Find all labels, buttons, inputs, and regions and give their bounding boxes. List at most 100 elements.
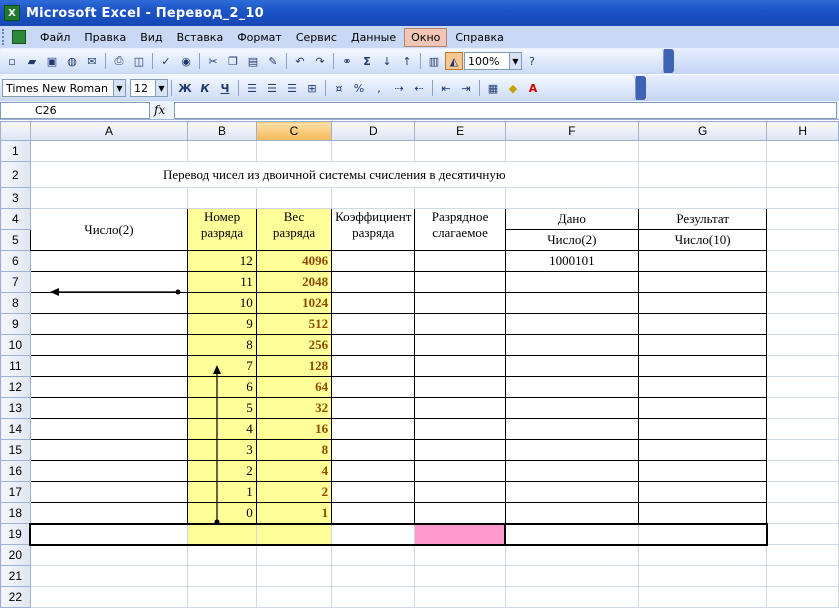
cell[interactable] bbox=[187, 586, 257, 608]
digit-coefficient-cell[interactable] bbox=[331, 250, 416, 272]
cell[interactable] bbox=[187, 187, 257, 209]
digit-coefficient-cell[interactable] bbox=[331, 418, 416, 440]
cell[interactable] bbox=[414, 140, 506, 162]
permission-icon[interactable]: ◍ bbox=[63, 52, 81, 70]
cell[interactable] bbox=[766, 460, 839, 482]
increase-indent-icon[interactable]: ⇥ bbox=[457, 79, 475, 97]
insert-function-icon[interactable]: fx bbox=[154, 103, 174, 117]
cell[interactable] bbox=[187, 565, 257, 587]
cell[interactable] bbox=[766, 334, 839, 356]
align-right-icon[interactable]: ☰ bbox=[283, 79, 301, 97]
zoom-select[interactable]: 100% ▼ bbox=[464, 52, 522, 70]
cell[interactable] bbox=[766, 187, 839, 209]
cell[interactable] bbox=[29, 565, 189, 587]
cell[interactable] bbox=[255, 140, 333, 162]
cell[interactable] bbox=[637, 187, 768, 209]
digit-term-cell[interactable] bbox=[414, 460, 506, 482]
row-header[interactable]: 3 bbox=[0, 187, 31, 209]
cell[interactable] bbox=[504, 334, 639, 356]
cell[interactable] bbox=[766, 586, 839, 608]
digit-weight-cell[interactable]: 4096 bbox=[255, 250, 333, 272]
cell[interactable] bbox=[637, 397, 768, 419]
save-icon[interactable]: ▣ bbox=[43, 52, 61, 70]
digit-weight-cell[interactable]: 4 bbox=[255, 460, 333, 482]
cell[interactable] bbox=[504, 439, 639, 461]
row-header[interactable]: 5 bbox=[0, 229, 31, 251]
column-header-d[interactable]: D bbox=[331, 121, 416, 141]
digit-position-cell[interactable]: 4 bbox=[187, 418, 257, 440]
merge-center-icon[interactable]: ⊞ bbox=[303, 79, 321, 97]
binary-digit-cell[interactable] bbox=[29, 271, 189, 293]
workbook-icon[interactable] bbox=[12, 30, 26, 44]
cell[interactable] bbox=[637, 334, 768, 356]
digit-weight-cell[interactable]: 16 bbox=[255, 418, 333, 440]
autosum-icon[interactable]: Σ bbox=[358, 52, 376, 70]
research-icon[interactable]: ◉ bbox=[177, 52, 195, 70]
menu-view[interactable]: Вид bbox=[134, 29, 168, 46]
cell[interactable] bbox=[766, 292, 839, 314]
percent-icon[interactable]: % bbox=[350, 79, 368, 97]
paste-icon[interactable]: ▤ bbox=[244, 52, 262, 70]
cell[interactable] bbox=[766, 376, 839, 398]
font-size-select[interactable]: 12 ▼ bbox=[130, 79, 168, 97]
chevron-down-icon[interactable]: ▼ bbox=[509, 53, 521, 69]
digit-position-header[interactable]: Номер разряда bbox=[187, 208, 257, 251]
cell[interactable] bbox=[766, 565, 839, 587]
row-header[interactable]: 12 bbox=[0, 376, 31, 398]
toolbar-options-handle[interactable] bbox=[664, 49, 674, 73]
cell[interactable] bbox=[504, 313, 639, 335]
column-header-e[interactable]: E bbox=[414, 121, 506, 141]
cell[interactable] bbox=[766, 418, 839, 440]
cell[interactable] bbox=[637, 544, 768, 566]
cell[interactable] bbox=[331, 140, 416, 162]
cell[interactable] bbox=[637, 586, 768, 608]
digit-coefficient-cell[interactable] bbox=[331, 355, 416, 377]
binary-digit-cell[interactable] bbox=[29, 334, 189, 356]
cell[interactable] bbox=[331, 522, 416, 546]
cell[interactable] bbox=[29, 522, 189, 546]
digit-coefficient-cell[interactable] bbox=[331, 460, 416, 482]
binary-digit-cell[interactable] bbox=[29, 502, 189, 524]
row-header[interactable]: 6 bbox=[0, 250, 31, 272]
cell[interactable] bbox=[255, 522, 333, 546]
cell[interactable] bbox=[255, 586, 333, 608]
cell[interactable] bbox=[766, 313, 839, 335]
binary-digit-cell[interactable] bbox=[29, 376, 189, 398]
underline-button[interactable]: Ч bbox=[216, 79, 234, 97]
cell[interactable] bbox=[766, 502, 839, 524]
digit-weight-cell[interactable]: 256 bbox=[255, 334, 333, 356]
cell[interactable] bbox=[331, 187, 416, 209]
cell[interactable] bbox=[29, 140, 189, 162]
column-header-g[interactable]: G bbox=[637, 121, 768, 141]
bold-button[interactable]: Ж bbox=[176, 79, 194, 97]
chart-wizard-icon[interactable]: ▥ bbox=[425, 52, 443, 70]
cell[interactable] bbox=[766, 355, 839, 377]
menu-file[interactable]: Файл bbox=[34, 29, 76, 46]
decrease-decimal-icon[interactable]: ⇠ bbox=[410, 79, 428, 97]
menu-data[interactable]: Данные bbox=[345, 29, 402, 46]
print-preview-icon[interactable]: ◫ bbox=[130, 52, 148, 70]
cell[interactable] bbox=[29, 586, 189, 608]
given-number-cell[interactable]: 1000101 bbox=[504, 250, 639, 272]
cell[interactable] bbox=[637, 161, 768, 188]
cell[interactable] bbox=[637, 460, 768, 482]
cell[interactable] bbox=[766, 523, 839, 545]
redo-icon[interactable]: ↷ bbox=[311, 52, 329, 70]
cell[interactable] bbox=[766, 397, 839, 419]
row-header[interactable]: 20 bbox=[0, 544, 31, 566]
row-header[interactable]: 21 bbox=[0, 565, 31, 587]
cell[interactable] bbox=[504, 565, 639, 587]
cell[interactable] bbox=[414, 187, 506, 209]
cell[interactable] bbox=[255, 565, 333, 587]
fill-color-icon[interactable]: ◆ bbox=[504, 79, 522, 97]
digit-coefficient-cell[interactable] bbox=[331, 334, 416, 356]
cell[interactable] bbox=[637, 376, 768, 398]
cell[interactable] bbox=[29, 187, 189, 209]
cell[interactable] bbox=[414, 565, 506, 587]
digit-position-cell[interactable]: 0 bbox=[187, 502, 257, 524]
cell[interactable] bbox=[504, 397, 639, 419]
digit-weight-cell[interactable]: 2048 bbox=[255, 271, 333, 293]
result-subheader[interactable]: Число(10) bbox=[637, 229, 768, 251]
digit-term-cell[interactable] bbox=[414, 313, 506, 335]
digit-weight-cell[interactable]: 128 bbox=[255, 355, 333, 377]
